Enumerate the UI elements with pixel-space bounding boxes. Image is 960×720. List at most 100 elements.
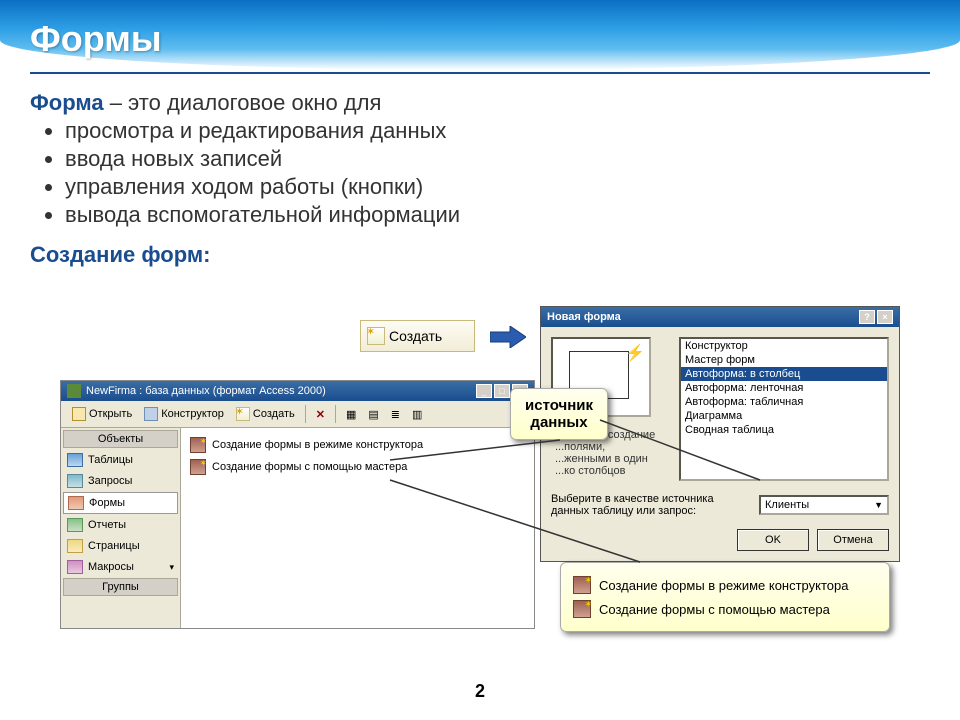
definition-term: Форма: [30, 90, 104, 115]
macro-icon: [67, 560, 83, 574]
lightning-icon: ⚡: [625, 343, 645, 363]
window-buttons: ? ×: [859, 310, 893, 324]
query-icon: [67, 474, 83, 488]
list-item-label: Создание формы с помощью мастера: [212, 461, 407, 473]
list-item[interactable]: Диаграмма: [681, 409, 887, 423]
create-button-large[interactable]: Создать: [360, 320, 475, 352]
list-item: Создание формы с помощью мастера: [573, 597, 877, 621]
create-button[interactable]: Создать: [231, 405, 300, 423]
design-button[interactable]: Конструктор: [139, 405, 229, 423]
open-icon: [72, 407, 86, 421]
chevron-down-icon: ▼: [874, 500, 883, 510]
slide-header: Формы: [0, 0, 960, 80]
cancel-button[interactable]: Отмена: [817, 529, 889, 551]
dialog-title: Новая форма: [547, 311, 621, 323]
list-item[interactable]: Сводная таблица: [681, 423, 887, 437]
page-icon: [67, 539, 83, 553]
open-label: Открыть: [89, 408, 132, 420]
open-button[interactable]: Открыть: [67, 405, 137, 423]
wizard-icon: [190, 459, 206, 475]
callout-source: источник данных: [510, 388, 608, 440]
db-toolbar: Открыть Конструктор Создать ✕ ▦ ▤ ≣ ▥: [61, 401, 534, 428]
sidebar-item-tables[interactable]: Таблицы: [63, 450, 178, 470]
new-icon: [367, 327, 385, 345]
list-item-label: Создание формы в режиме конструктора: [212, 439, 423, 451]
view-large-button[interactable]: ▦: [341, 406, 361, 423]
sidebar-item-macros[interactable]: Макросы ▾: [63, 557, 178, 577]
bullet-item: управления ходом работы (кнопки): [65, 174, 930, 200]
db-icon: [67, 384, 81, 398]
close-button[interactable]: ×: [877, 310, 893, 324]
source-combobox[interactable]: Клиенты ▼: [759, 495, 889, 515]
toolbar-separator: [335, 405, 336, 423]
delete-button[interactable]: ✕: [311, 406, 330, 423]
delete-icon: ✕: [316, 408, 325, 421]
page-number: 2: [475, 681, 485, 702]
db-main-pane: Создание формы в режиме конструктора Соз…: [181, 428, 534, 628]
list-item: Создание формы в режиме конструктора: [573, 573, 877, 597]
dialog-titlebar: Новая форма ? ×: [541, 307, 899, 327]
view-list-button[interactable]: ≣: [386, 406, 405, 423]
db-title: NewFirma : база данных (формат Access 20…: [86, 385, 326, 397]
list-item[interactable]: Конструктор: [681, 339, 887, 353]
combo-value: Клиенты: [765, 499, 809, 511]
wizard-icon: [190, 437, 206, 453]
sidebar-item-queries[interactable]: Запросы: [63, 471, 178, 491]
dialog-row: Выберите в качестве источника данных таб…: [551, 493, 889, 517]
sidebar-label: Формы: [89, 497, 125, 509]
wizard-icon: [573, 576, 591, 594]
report-icon: [67, 518, 83, 532]
sidebar-item-pages[interactable]: Страницы: [63, 536, 178, 556]
form-type-list[interactable]: Конструктор Мастер форм Автоформа: в сто…: [679, 337, 889, 481]
list-item[interactable]: Автоформа: в столбец: [681, 367, 887, 381]
db-body: Объекты Таблицы Запросы Формы Отчеты Стр…: [61, 428, 534, 628]
sub-heading: Создание форм:: [30, 242, 930, 268]
toolbar-separator: [305, 405, 306, 423]
minimize-button[interactable]: _: [476, 384, 492, 398]
help-button[interactable]: ?: [859, 310, 875, 324]
sidebar-item-forms[interactable]: Формы: [63, 492, 178, 514]
popup-item-label: Создание формы в режиме конструктора: [599, 578, 848, 593]
list-item[interactable]: Создание формы в режиме конструктора: [187, 434, 528, 456]
sidebar-item-reports[interactable]: Отчеты: [63, 515, 178, 535]
create-label: Создать: [253, 408, 295, 420]
wizard-icon: [573, 600, 591, 618]
sidebar-label: Таблицы: [88, 454, 133, 466]
table-icon: [67, 453, 83, 467]
view-details-button[interactable]: ▥: [407, 406, 427, 423]
new-icon: [236, 407, 250, 421]
design-icon: [144, 407, 158, 421]
definition-bullets: просмотра и редактирования данных ввода …: [65, 118, 930, 228]
design-label: Конструктор: [161, 408, 224, 420]
list-item[interactable]: Автоформа: ленточная: [681, 381, 887, 395]
dialog-body: ⚡ ...ическое создание ...полями, ...женн…: [541, 327, 899, 561]
dialog-buttons: OK Отмена: [551, 529, 889, 551]
arrow-right-icon: [490, 326, 526, 348]
callout-popup: Создание формы в режиме конструктора Соз…: [560, 562, 890, 632]
source-label: Выберите в качестве источника данных таб…: [551, 493, 751, 517]
content-area: Форма – это диалоговое окно для просмотр…: [0, 80, 960, 278]
list-item[interactable]: Создание формы с помощью мастера: [187, 456, 528, 478]
sidebar-header-groups[interactable]: Группы: [63, 578, 178, 596]
list-item[interactable]: Автоформа: табличная: [681, 395, 887, 409]
view-small-button[interactable]: ▤: [363, 406, 383, 423]
sidebar-label: Отчеты: [88, 519, 126, 531]
form-icon: [68, 496, 84, 510]
sidebar-label: Страницы: [88, 540, 140, 552]
db-titlebar: NewFirma : база данных (формат Access 20…: [61, 381, 534, 401]
sidebar-header-objects[interactable]: Объекты: [63, 430, 178, 448]
list-item[interactable]: Мастер форм: [681, 353, 887, 367]
create-button-label: Создать: [389, 328, 442, 344]
database-window: NewFirma : база данных (формат Access 20…: [60, 380, 535, 629]
bullet-item: просмотра и редактирования данных: [65, 118, 930, 144]
ok-button[interactable]: OK: [737, 529, 809, 551]
popup-item-label: Создание формы с помощью мастера: [599, 602, 830, 617]
definition-line: Форма – это диалоговое окно для: [30, 90, 930, 116]
bullet-item: ввода новых записей: [65, 146, 930, 172]
definition-rest: – это диалоговое окно для: [104, 90, 382, 115]
sidebar-label: Запросы: [88, 475, 132, 487]
chevron-down-icon: ▾: [169, 562, 174, 573]
sidebar-label: Макросы: [88, 561, 134, 573]
bullet-item: вывода вспомогательной информации: [65, 202, 930, 228]
maximize-button[interactable]: □: [494, 384, 510, 398]
